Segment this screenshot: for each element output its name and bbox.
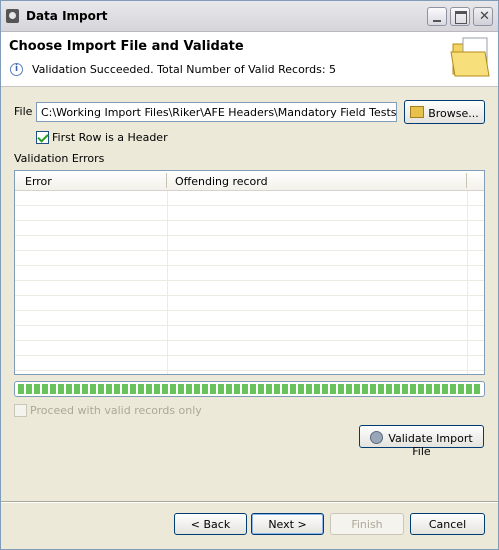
minimize-button[interactable]	[427, 7, 447, 26]
table-row	[15, 311, 484, 326]
table-body	[15, 191, 484, 371]
validation-errors-table[interactable]: Error Offending record	[14, 170, 485, 375]
column-divider[interactable]	[166, 173, 167, 188]
table-row	[15, 266, 484, 281]
file-path-input[interactable]: C:\Working Import Files\Riker\AFE Header…	[36, 102, 397, 122]
progress-fill	[18, 384, 481, 394]
wizard-header: Choose Import File and Validate i Valida…	[1, 32, 498, 87]
validate-label: Validate Import File	[388, 432, 473, 458]
footer-divider	[1, 501, 498, 503]
back-button[interactable]: < Back	[174, 513, 247, 535]
close-icon: ✕	[479, 9, 490, 24]
proceed-valid-only-label: Proceed with valid records only	[30, 404, 202, 417]
app-icon	[6, 9, 19, 23]
gear-icon	[370, 431, 384, 444]
validate-import-file-button[interactable]: Validate Import File	[359, 425, 484, 458]
table-row	[15, 281, 484, 296]
table-row	[15, 221, 484, 236]
column-header-error[interactable]: Error	[25, 175, 52, 188]
validation-errors-label: Validation Errors	[14, 152, 105, 165]
close-button[interactable]: ✕	[473, 7, 493, 26]
browse-button[interactable]: Browse...	[404, 100, 485, 124]
table-row	[15, 326, 484, 341]
first-row-header-label: First Row is a Header	[52, 131, 168, 144]
maximize-button[interactable]	[450, 7, 470, 26]
info-icon: i	[10, 63, 23, 76]
window-title: Data Import	[26, 9, 108, 23]
status-message: Validation Succeeded. Total Number of Va…	[32, 63, 337, 76]
page-title: Choose Import File and Validate	[9, 39, 244, 54]
table-row	[15, 206, 484, 221]
folder-document-icon	[450, 37, 490, 77]
folder-icon	[410, 106, 425, 118]
title-bar: Data Import ✕	[1, 1, 498, 32]
column-divider[interactable]	[466, 173, 467, 188]
cancel-button[interactable]: Cancel	[410, 513, 485, 535]
column-header-offending-record[interactable]: Offending record	[175, 175, 268, 188]
next-button[interactable]: Next >	[251, 513, 324, 535]
table-row	[15, 236, 484, 251]
table-header: Error Offending record	[15, 171, 484, 191]
first-row-header-checkbox[interactable]	[36, 131, 49, 144]
finish-button[interactable]: Finish	[330, 513, 404, 535]
proceed-valid-only-checkbox[interactable]	[14, 404, 27, 417]
table-row	[15, 341, 484, 356]
table-row	[15, 296, 484, 311]
table-row	[15, 356, 484, 371]
table-row	[15, 191, 484, 206]
file-label: File	[14, 105, 33, 118]
validation-progress-bar	[14, 381, 485, 397]
table-row	[15, 251, 484, 266]
data-import-dialog: Data Import ✕ Choose Import File and Val…	[0, 0, 499, 550]
browse-label: Browse...	[428, 107, 479, 120]
